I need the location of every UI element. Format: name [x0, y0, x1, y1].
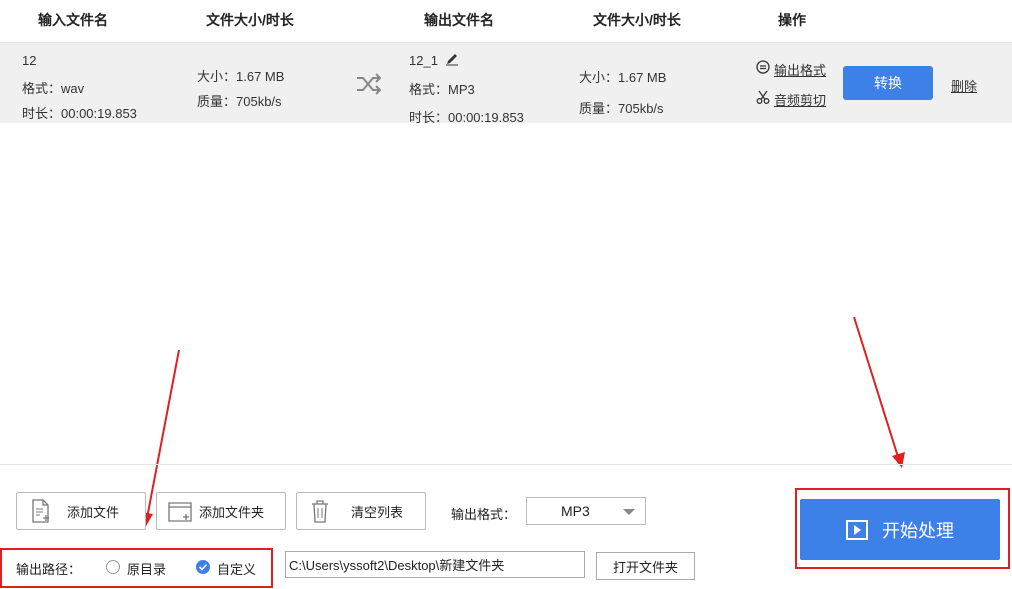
output-format-select[interactable]: MP3: [526, 497, 646, 525]
output-format-label: 输出格式：: [451, 507, 517, 522]
output-path-label: 输出路径：: [16, 562, 82, 577]
chevron-down-icon: [623, 509, 635, 515]
output-format-value: MP3: [561, 503, 590, 519]
trash-icon: [312, 500, 328, 523]
add-file-icon: [32, 499, 49, 523]
add-folder-icon: [168, 502, 192, 522]
add-file-button[interactable]: 添加文件: [16, 492, 146, 530]
arrow-head-right: [892, 452, 905, 468]
play-icon: [846, 519, 868, 540]
start-processing-button[interactable]: 开始处理: [800, 499, 1000, 560]
add-file-label: 添加文件: [67, 504, 120, 520]
radio-original-dir[interactable]: [106, 560, 120, 574]
start-processing-label: 开始处理: [882, 520, 954, 541]
add-folder-label: 添加文件夹: [199, 504, 265, 520]
check-icon: [198, 563, 208, 571]
add-folder-button[interactable]: 添加文件夹: [156, 492, 286, 530]
open-folder-button[interactable]: 打开文件夹: [596, 552, 695, 580]
clear-list-button[interactable]: 清空列表: [296, 492, 426, 530]
radio-original-dir-label[interactable]: 原目录: [127, 559, 166, 578]
output-path-input[interactable]: C:\Users\yssoft2\Desktop\新建文件夹: [285, 551, 585, 578]
clear-list-label: 清空列表: [351, 504, 404, 520]
radio-custom-dir-label[interactable]: 自定义: [217, 559, 256, 578]
bottom-divider: [0, 464, 1012, 465]
radio-custom-dir[interactable]: [196, 560, 210, 574]
